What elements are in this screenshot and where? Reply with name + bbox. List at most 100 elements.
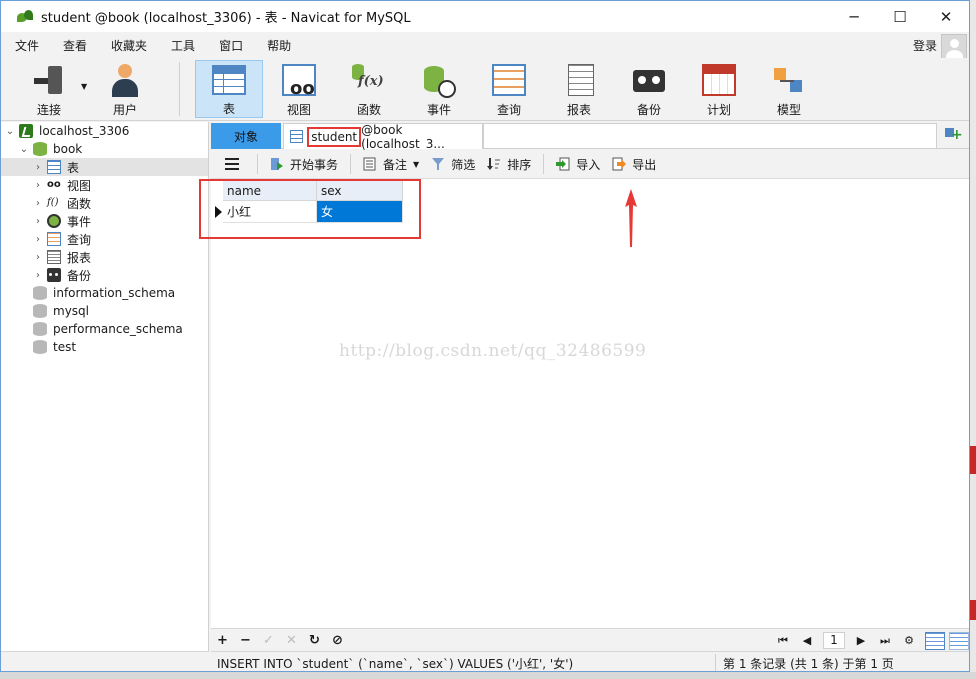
- backup-icon: [632, 64, 666, 96]
- chevron-right-icon[interactable]: ›: [33, 216, 43, 227]
- annotation-highlight-box: [199, 179, 421, 239]
- toolbar-model-button[interactable]: 模型: [755, 60, 823, 118]
- tree-database-test[interactable]: test: [1, 338, 208, 356]
- tree-item-backups[interactable]: › 备份: [1, 266, 208, 284]
- toolbar-report-button[interactable]: 报表: [545, 60, 613, 118]
- tree-item-functions[interactable]: › f() 函数: [1, 194, 208, 212]
- toolbar-function-button[interactable]: 函数: [335, 60, 403, 118]
- tree-item-label: 函数: [67, 196, 92, 211]
- chevron-right-icon[interactable]: ›: [33, 252, 43, 263]
- toolbar-view-button[interactable]: 视图: [265, 60, 333, 118]
- form-view-icon[interactable]: [949, 631, 969, 650]
- chevron-right-icon[interactable]: ›: [33, 234, 43, 245]
- filter-button[interactable]: 筛选: [431, 156, 475, 173]
- delete-record-button[interactable]: −: [234, 633, 257, 648]
- menu-bar: 文件 查看 收藏夹 工具 窗口 帮助 登录: [1, 32, 969, 60]
- tree-database-book[interactable]: ⌄ book: [1, 140, 208, 158]
- chevron-right-icon[interactable]: ›: [33, 180, 43, 191]
- toolbar-table-label: 表: [222, 102, 235, 116]
- menu-tools[interactable]: 工具: [171, 37, 195, 54]
- export-icon: [612, 157, 627, 171]
- status-bar: INSERT INTO `student` (`name`, `sex`) VA…: [211, 651, 969, 671]
- sidebar-status: [1, 651, 209, 671]
- login-link[interactable]: 登录: [913, 37, 937, 54]
- query-icon: [47, 232, 61, 246]
- toolbar-schedule-label: 计划: [706, 103, 731, 117]
- tree-database-information-schema[interactable]: information_schema: [1, 284, 208, 302]
- database-icon: [33, 142, 47, 156]
- discard-changes-button[interactable]: ✕: [280, 633, 303, 648]
- sort-label: 排序: [507, 157, 532, 172]
- import-label: 导入: [576, 157, 601, 172]
- close-button[interactable]: ✕: [923, 1, 969, 32]
- chevron-down-icon[interactable]: ⌄: [19, 144, 29, 155]
- chevron-down-icon[interactable]: ⌄: [5, 126, 15, 137]
- toolbar-connect-label: 连接: [36, 103, 61, 117]
- begin-transaction-button[interactable]: 开始事务: [270, 156, 338, 173]
- minimize-button[interactable]: ─: [831, 1, 877, 32]
- prev-page-icon[interactable]: ◀: [795, 634, 819, 647]
- tree-item-label: 视图: [67, 178, 92, 193]
- toolbar-divider: [179, 62, 180, 116]
- chevron-down-icon[interactable]: ▼: [81, 82, 87, 91]
- next-page-icon[interactable]: ▶: [849, 634, 873, 647]
- toolbar-backup-button[interactable]: 备份: [615, 60, 683, 118]
- hamburger-menu-icon[interactable]: [225, 158, 239, 170]
- toolbar-backup-label: 备份: [636, 103, 661, 117]
- toolbar-table-button[interactable]: 表: [195, 60, 263, 118]
- database-icon: [33, 322, 47, 336]
- tree-item-queries[interactable]: › 查询: [1, 230, 208, 248]
- last-page-icon[interactable]: ⏭: [873, 634, 897, 648]
- tree-database-mysql[interactable]: mysql: [1, 302, 208, 320]
- stop-button[interactable]: ⊘: [326, 633, 349, 648]
- menu-view[interactable]: 查看: [63, 37, 87, 54]
- first-page-icon[interactable]: ⏮: [771, 634, 795, 648]
- report-icon: [47, 250, 61, 264]
- export-label: 导出: [632, 157, 657, 172]
- tab-objects[interactable]: 对象: [211, 123, 281, 149]
- data-grid-area: name sex 小红 女 http://blog.csdn.net/qq_32…: [199, 179, 969, 628]
- view-icon: oo: [47, 179, 61, 190]
- new-tab-icon[interactable]: [943, 126, 963, 144]
- tab-table-suffix: @book (localhost_3...: [361, 122, 445, 151]
- tree-database-performance-schema[interactable]: performance_schema: [1, 320, 208, 338]
- tree-item-views[interactable]: › oo 视图: [1, 176, 208, 194]
- memo-button[interactable]: 备注 ▼: [363, 156, 419, 173]
- gear-icon[interactable]: ⚙: [897, 634, 921, 647]
- schedule-icon: [702, 64, 736, 96]
- sort-button[interactable]: 排序: [487, 156, 531, 173]
- add-record-button[interactable]: +: [211, 633, 234, 648]
- import-button[interactable]: 导入: [556, 156, 600, 173]
- apply-changes-button[interactable]: ✓: [257, 633, 280, 648]
- toolbar-report-label: 报表: [566, 103, 591, 117]
- tab-student-table[interactable]: student @book (localhost_3...: [283, 122, 483, 151]
- chevron-right-icon[interactable]: ›: [33, 198, 43, 209]
- toolbar-event-button[interactable]: 事件: [405, 60, 473, 118]
- tree-database-label: book: [53, 142, 83, 156]
- toolbar-user-button[interactable]: 用户: [91, 60, 159, 118]
- avatar[interactable]: [941, 34, 967, 60]
- toolbar-query-button[interactable]: 查询: [475, 60, 543, 118]
- menu-window[interactable]: 窗口: [219, 37, 243, 54]
- grid-view-icon[interactable]: [925, 631, 945, 650]
- event-icon: [422, 64, 456, 98]
- tree-database-label: information_schema: [53, 286, 176, 300]
- menu-favorites[interactable]: 收藏夹: [111, 37, 147, 54]
- page-number-input[interactable]: 1: [823, 632, 845, 649]
- tree-connection[interactable]: ⌄ localhost_3306: [1, 122, 208, 140]
- tree-item-tables[interactable]: › 表: [1, 158, 208, 176]
- menu-file[interactable]: 文件: [15, 37, 39, 54]
- tree-item-events[interactable]: › 事件: [1, 212, 208, 230]
- menu-help[interactable]: 帮助: [267, 37, 291, 54]
- chevron-right-icon[interactable]: ›: [33, 162, 43, 173]
- toolbar-schedule-button[interactable]: 计划: [685, 60, 753, 118]
- chevron-down-icon[interactable]: ▼: [413, 160, 419, 169]
- memo-label: 备注: [383, 157, 408, 172]
- connect-icon: [32, 64, 66, 96]
- toolbar-connect-button[interactable]: 连接: [15, 60, 83, 118]
- maximize-button[interactable]: ☐: [877, 1, 923, 32]
- tree-item-reports[interactable]: › 报表: [1, 248, 208, 266]
- export-button[interactable]: 导出: [612, 156, 656, 173]
- refresh-button[interactable]: ↻: [303, 633, 326, 648]
- chevron-right-icon[interactable]: ›: [33, 270, 43, 281]
